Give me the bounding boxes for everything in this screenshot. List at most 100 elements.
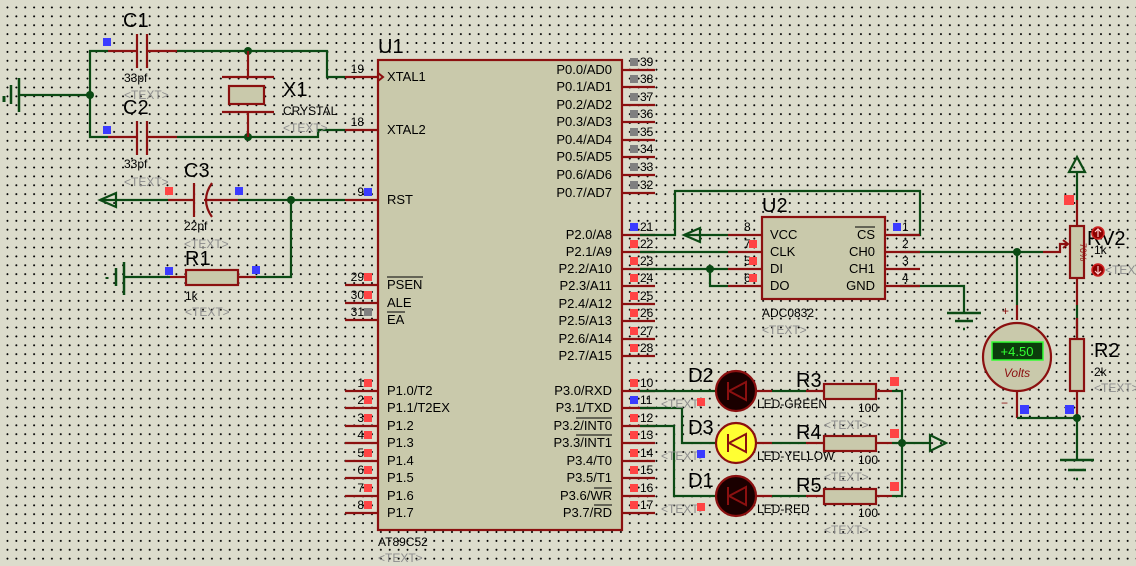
pin-state-marker — [364, 431, 372, 439]
power-arrow-left[interactable] — [97, 191, 168, 209]
ground-adc[interactable] — [947, 311, 981, 331]
pin-number: 22 — [640, 237, 654, 251]
pin-label: P2.1/A9 — [566, 244, 612, 259]
pin-state-marker — [890, 482, 899, 491]
crystal-x1[interactable]: X1 CRYSTAL <TEXT> — [222, 51, 338, 137]
adc-u2[interactable]: U2 ADC0832 <TEXT> 8 VCC7 CLK5 DI6 DO 1CS2CH0… — [728, 195, 920, 337]
pin-number: 23 — [640, 254, 654, 268]
pin-label: P2.4/A12 — [559, 296, 613, 311]
pin-state-marker — [364, 273, 372, 281]
pin-state-marker — [630, 257, 638, 265]
pin-number: 33 — [640, 160, 654, 174]
resistor-r5[interactable]: R5 100 <TEXT> — [796, 475, 899, 537]
pin-number: 16 — [640, 481, 654, 495]
c2-text: <TEXT> — [124, 175, 169, 189]
voltmeter-reading: +4.50 — [1001, 344, 1034, 359]
pin-number: 37 — [640, 90, 654, 104]
pin-label: EA — [387, 312, 405, 327]
u2-ref: U2 — [762, 195, 788, 217]
c1-ref: C1 — [123, 10, 149, 32]
rst-wires — [238, 196, 345, 279]
pin-label: ALE — [387, 295, 412, 310]
potentiometer-rv2[interactable]: 70% RV2 1k <TEXT> — [1043, 195, 1136, 305]
voltmeter-plus: + — [1002, 304, 1009, 318]
pin-state-marker — [630, 431, 638, 439]
voltmeter[interactable]: +4.50 Volts + − — [981, 304, 1053, 418]
pin-state-marker — [630, 449, 638, 457]
pin-label: P0.3/AD3 — [556, 114, 612, 129]
pin-label: CLK — [770, 244, 796, 259]
pin-number: 4 — [902, 271, 909, 285]
pin-state-marker — [364, 396, 372, 404]
pin-state-marker — [749, 240, 757, 248]
mcu-u1[interactable]: U1 AT89C52 <TEXT> 19 XTAL118 XTAL29 RST29 PS… — [345, 36, 655, 565]
led-d1[interactable]: D1LED-RED<TEXT> — [661, 470, 810, 518]
x1-ref: X1 — [283, 79, 307, 101]
capacitor-c2[interactable]: C2 33pf <TEXT> — [103, 97, 177, 189]
ground-right[interactable] — [1017, 414, 1094, 481]
u2-part: ADC0832 — [762, 306, 814, 320]
pin-label: P1.4 — [387, 453, 414, 468]
pin-number: 32 — [640, 178, 654, 192]
power-arrow-rv2[interactable] — [1067, 154, 1087, 200]
r4-value: 100 — [858, 453, 878, 467]
pin-state-marker — [364, 484, 372, 492]
pin-number: 10 — [640, 376, 654, 390]
power-arrow-vcc[interactable] — [681, 226, 728, 244]
ground-left-bottom[interactable] — [105, 262, 170, 295]
pin-label: P1.1/T2EX — [387, 400, 450, 415]
pin-state-marker — [890, 377, 899, 386]
pin-label: P3.4/T0 — [566, 453, 612, 468]
pin-state-marker — [630, 75, 638, 83]
pin-label: P0.2/AD2 — [556, 97, 612, 112]
pin-number: 11 — [640, 393, 653, 407]
pin-label: P3.7/RD — [563, 505, 612, 520]
resistor-r1[interactable]: R1 1k <TEXT> — [165, 248, 260, 319]
pin-number: 25 — [640, 289, 654, 303]
r1-text: <TEXT> — [185, 305, 230, 319]
resistor-r2[interactable]: R2 2k <TEXT> — [1065, 318, 1136, 418]
pin-state-marker — [364, 466, 372, 474]
r3-text: <TEXT> — [824, 418, 869, 432]
capacitor-c1[interactable]: C1 33pf <TEXT> — [103, 10, 177, 102]
pin-number: 30 — [351, 288, 365, 302]
pot-decrease-button[interactable] — [1091, 263, 1105, 277]
pin-label: P0.6/AD6 — [556, 167, 612, 182]
capacitor-c3[interactable]: C3 22pf <TEXT> — [165, 160, 243, 251]
r2-text: <TEXT> — [1094, 381, 1136, 395]
r3-value: 100 — [858, 401, 878, 415]
pin-label: DI — [770, 261, 783, 276]
pin-label: P0.1/AD1 — [556, 79, 612, 94]
pin-number: 13 — [640, 428, 654, 442]
u1-part: AT89C52 — [378, 535, 428, 549]
pin-number: 38 — [640, 72, 654, 86]
pin-state-marker — [749, 274, 757, 282]
pin-label: P2.7/A15 — [559, 348, 613, 363]
pin-state-marker — [630, 145, 638, 153]
output-arrow[interactable] — [928, 433, 949, 453]
pin-state-marker — [630, 501, 638, 509]
pin-label: P3.5/T1 — [566, 470, 612, 485]
pin-label: P1.5 — [387, 470, 414, 485]
rv2-value: 1k — [1094, 243, 1108, 257]
r4-text: <TEXT> — [824, 470, 869, 484]
pin-number: 24 — [640, 271, 654, 285]
pin-label: DO — [770, 278, 790, 293]
pin-number: 17 — [640, 498, 654, 512]
r1-value: 1k — [185, 289, 199, 303]
pin-label: P1.0/T2 — [387, 383, 433, 398]
ground-left-top[interactable] — [2, 78, 90, 112]
pot-increase-button[interactable] — [1091, 226, 1105, 240]
pin-label: P0.5/AD5 — [556, 149, 612, 164]
pin-state-marker — [630, 58, 638, 66]
pin-state-marker — [630, 93, 638, 101]
voltmeter-unit: Volts — [1004, 366, 1030, 380]
r2-ref: R2 — [1094, 340, 1120, 362]
pin-state-marker — [165, 267, 173, 275]
d1-value: LED-RED — [757, 502, 810, 516]
pin-state-marker — [252, 266, 260, 274]
pin-state-marker — [630, 110, 638, 118]
pin-number: 36 — [640, 107, 654, 121]
pin-label: P0.7/AD7 — [556, 185, 612, 200]
pin-state-marker — [630, 240, 638, 248]
